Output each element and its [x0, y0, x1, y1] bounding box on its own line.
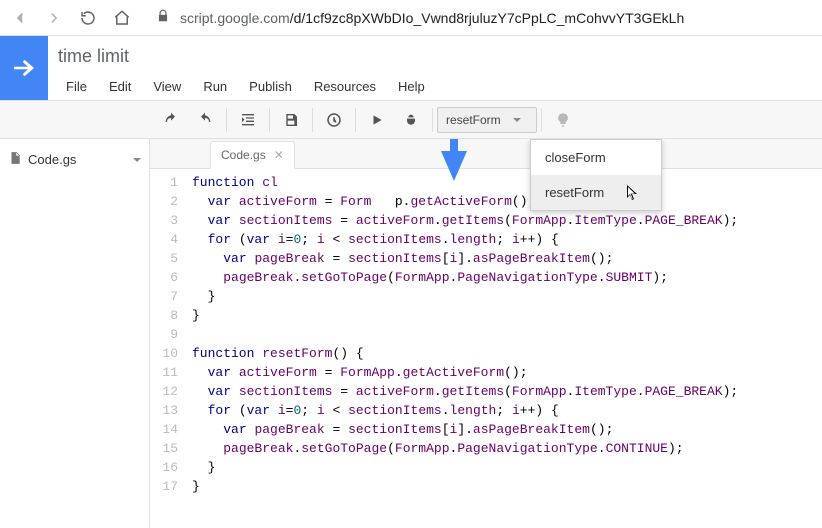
menu-view[interactable]: View	[143, 73, 191, 100]
address-bar[interactable]: script.google.com/d/1cf9zc8pXWbDIo_Vwnd8…	[146, 4, 812, 32]
app-header: time limit File Edit View Run Publish Re…	[0, 36, 822, 101]
app-logo-icon[interactable]	[0, 36, 48, 100]
close-icon[interactable]: ✕	[274, 148, 284, 162]
save-icon[interactable]	[274, 105, 308, 135]
editor-area: Code.gs ✕ closeForm resetForm 1234567891…	[150, 139, 822, 528]
tab-bar: Code.gs ✕	[150, 139, 822, 169]
chevron-down-icon	[513, 118, 521, 122]
debug-icon[interactable]	[394, 105, 428, 135]
code-content[interactable]: function cl var activeForm = Form p.getA…	[186, 169, 822, 528]
editor-tab-label: Code.gs	[221, 148, 266, 162]
triggers-icon[interactable]	[317, 105, 351, 135]
menubar: File Edit View Run Publish Resources Hel…	[56, 73, 812, 100]
menu-resources[interactable]: Resources	[304, 73, 386, 100]
function-select-label: resetForm	[446, 113, 501, 127]
code-editor[interactable]: 1234567891011121314151617 function cl va…	[150, 169, 822, 528]
menu-publish[interactable]: Publish	[239, 73, 302, 100]
run-icon[interactable]	[360, 105, 394, 135]
undo-icon[interactable]	[154, 105, 188, 135]
home-icon[interactable]	[112, 8, 132, 28]
back-icon[interactable]	[10, 8, 30, 28]
reload-icon[interactable]	[78, 8, 98, 28]
file-script-icon	[8, 151, 22, 168]
menu-help[interactable]: Help	[388, 73, 435, 100]
editor-tab[interactable]: Code.gs ✕	[210, 141, 295, 169]
function-dropdown: closeForm resetForm	[530, 139, 662, 211]
indent-icon[interactable]	[231, 105, 265, 135]
file-sidebar: Code.gs	[0, 139, 150, 528]
url-host: script.google.com	[180, 10, 290, 26]
lightbulb-icon	[546, 105, 580, 135]
menu-file[interactable]: File	[56, 73, 97, 100]
line-gutter: 1234567891011121314151617	[150, 169, 186, 528]
menu-run[interactable]: Run	[193, 73, 237, 100]
project-title[interactable]: time limit	[56, 42, 812, 71]
toolbar: resetForm	[0, 101, 822, 139]
forward-icon[interactable]	[44, 8, 64, 28]
file-item[interactable]: Code.gs	[0, 145, 149, 174]
file-item-label: Code.gs	[28, 152, 76, 167]
browser-bar: script.google.com/d/1cf9zc8pXWbDIo_Vwnd8…	[0, 0, 822, 36]
dropdown-item-closeform[interactable]: closeForm	[531, 140, 661, 175]
menu-edit[interactable]: Edit	[99, 73, 141, 100]
redo-icon[interactable]	[188, 105, 222, 135]
lock-icon	[156, 9, 170, 26]
dropdown-item-resetform[interactable]: resetForm	[531, 175, 661, 210]
function-select[interactable]: resetForm	[437, 107, 537, 133]
url-path: /d/1cf9zc8pXWbDIo_Vwnd8rjuluzY7cPpLC_mCo…	[290, 10, 685, 26]
chevron-down-icon[interactable]	[133, 158, 141, 162]
